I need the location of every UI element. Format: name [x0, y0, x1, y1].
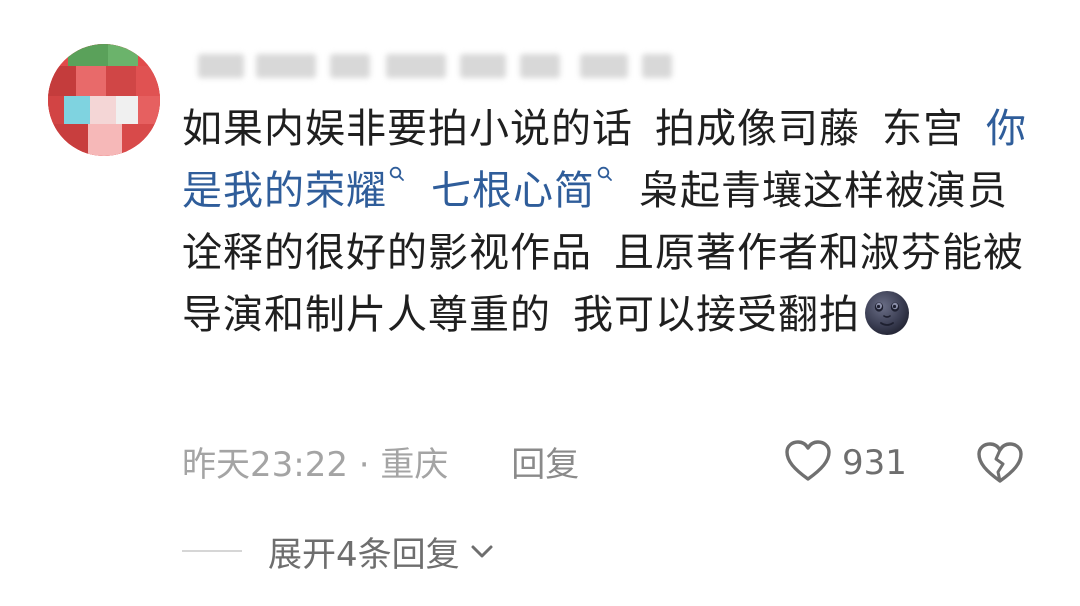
avatar-mosaic-block	[122, 124, 160, 156]
username-blur-block	[256, 54, 316, 78]
reply-button[interactable]: 回复	[511, 445, 579, 485]
search-link-qi-gen-xin-jian[interactable]: 七根心简	[431, 166, 617, 214]
avatar-mosaic-block	[48, 66, 76, 96]
search-link-label: 七根心简	[431, 168, 595, 214]
like-button[interactable]: 931	[784, 438, 907, 488]
avatar-mosaic-block	[138, 96, 160, 124]
chevron-down-icon	[468, 537, 496, 565]
username-obscured[interactable]	[190, 44, 690, 88]
avatar[interactable]	[48, 44, 160, 156]
comment-location: 重庆	[380, 445, 449, 485]
username-blur-block	[580, 54, 628, 78]
username-blur-block	[642, 54, 672, 78]
expand-replies-button[interactable]: 展开4条回复	[182, 526, 496, 576]
avatar-mosaic-block	[116, 96, 138, 124]
broken-heart-icon	[976, 442, 1024, 489]
comment-time: 昨天23:22	[182, 445, 348, 485]
comment-segment: 我可以接受翻拍	[573, 292, 860, 338]
avatar-mosaic-block	[90, 96, 116, 124]
avatar-mosaic-block	[136, 66, 160, 96]
avatar-mosaic-block	[106, 66, 136, 96]
dislike-button[interactable]	[976, 441, 1024, 485]
avatar-mosaic-block	[76, 66, 106, 96]
username-blur-block	[330, 54, 370, 78]
comment-meta: 昨天23:22 · 重庆 回复	[182, 440, 579, 490]
expand-replies-label: 展开4条回复	[268, 534, 460, 575]
comment-text: 如果内娱非要拍小说的话 拍成像司藤 东宫 你是我的荣耀 七根心简 枭起青壤这样被演员诠释的…	[182, 98, 1042, 346]
avatar-mosaic-block	[108, 44, 138, 66]
meta-separator: ·	[358, 445, 370, 485]
comment-segment: 拍成像司藤	[655, 106, 860, 152]
comment-segment: 如果内娱非要拍小说的话	[182, 106, 633, 152]
username-blur-block	[460, 54, 506, 78]
search-icon	[597, 160, 617, 190]
search-icon	[389, 160, 409, 190]
avatar-mosaic-block	[88, 124, 122, 156]
divider-line	[182, 550, 242, 552]
username-blur-block	[386, 54, 446, 78]
like-count: 931	[842, 443, 907, 483]
username-blur-block	[520, 54, 560, 78]
username-blur-block	[198, 54, 244, 78]
avatar-mosaic-block	[64, 96, 90, 124]
avatar-mosaic-block	[48, 124, 88, 156]
heart-outline-icon	[784, 439, 832, 487]
new-moon-face-icon	[862, 288, 912, 338]
comment-segment: 东宫	[882, 106, 964, 152]
avatar-mosaic-block	[68, 44, 108, 66]
